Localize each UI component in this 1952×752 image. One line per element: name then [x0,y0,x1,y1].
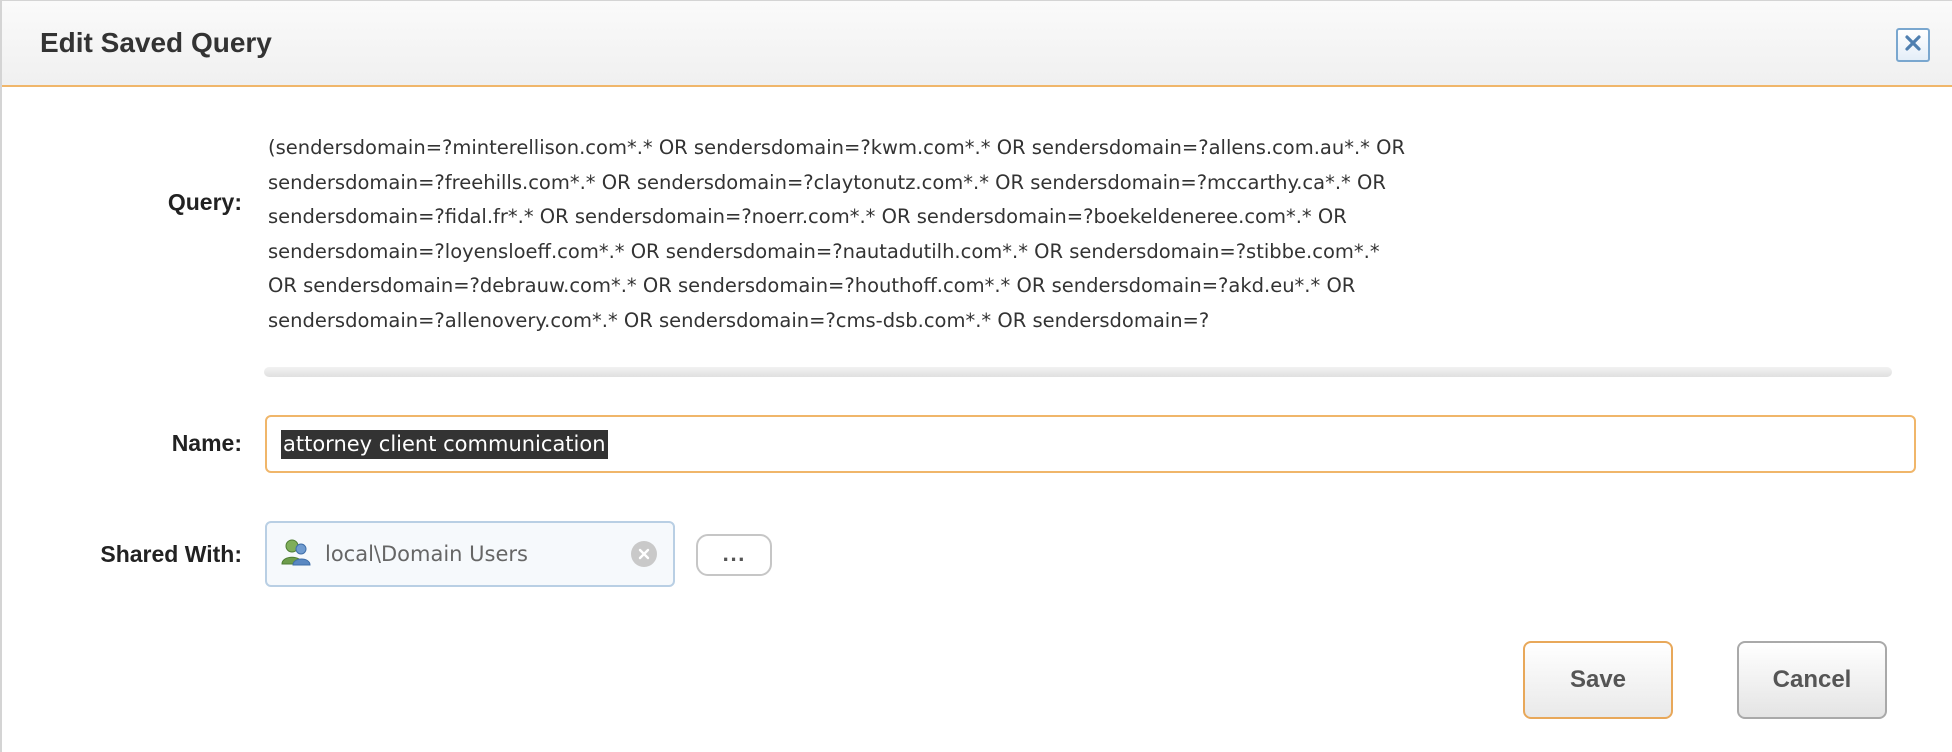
browse-share-button[interactable]: ... [696,534,772,576]
query-text: (sendersdomain=?minterellison.com*.* OR … [268,136,1406,332]
shared-token-label: local\Domain Users [325,542,528,566]
name-label: Name: [171,430,242,456]
query-label: Query: [167,189,242,215]
name-input[interactable]: attorney client communication [265,415,1916,473]
remove-icon [638,548,650,560]
query-textarea[interactable]: (sendersdomain=?minterellison.com*.* OR … [264,123,1896,377]
remove-token-button[interactable] [631,541,657,567]
user-group-icon [281,538,311,570]
dialog-titlebar: Edit Saved Query [2,1,1952,87]
dialog-title: Edit Saved Query [40,27,272,58]
cancel-button[interactable]: Cancel [1737,641,1887,719]
save-button[interactable]: Save [1523,641,1673,719]
name-value-selected: attorney client communication [281,429,608,459]
shared-with-field[interactable]: local\Domain Users [265,521,675,587]
close-icon [1904,34,1922,56]
query-scroll-edge [264,367,1892,377]
close-button[interactable] [1896,28,1930,62]
shared-with-label: Shared With: [100,541,242,567]
edit-saved-query-dialog: Edit Saved Query Query: (sendersdomain=?… [0,0,1952,752]
